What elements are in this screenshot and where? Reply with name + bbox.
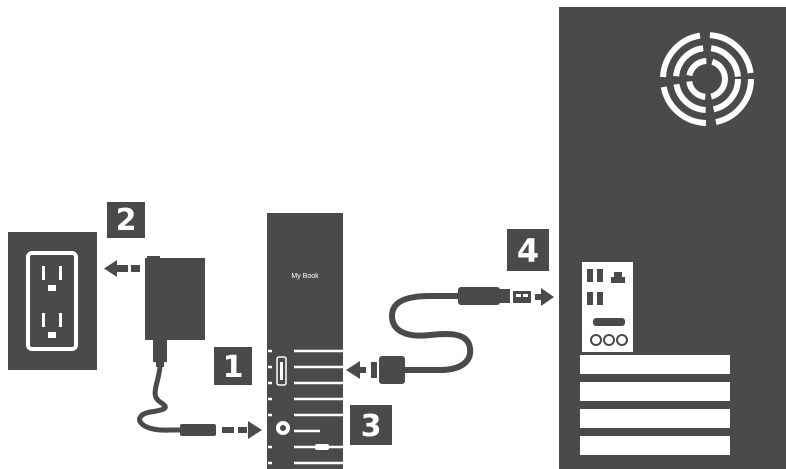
drive-label: My Book	[291, 273, 319, 280]
power-cable	[137, 364, 185, 433]
arrow-to-drive-usb	[346, 361, 366, 379]
step-2-badge: 2	[107, 202, 145, 238]
computer-tower-icon	[559, 7, 786, 469]
usb-micro-plug	[371, 356, 405, 384]
power-plug	[180, 424, 216, 436]
my-book-drive: My Book	[267, 213, 343, 469]
drive-kensington-slot	[315, 444, 329, 450]
arrow-to-computer	[535, 288, 554, 306]
wall-outlet-icon	[8, 232, 97, 370]
step-4-number: 4	[517, 232, 539, 270]
step-3-number: 3	[361, 409, 382, 444]
step-1-badge: 1	[214, 347, 252, 385]
arrow-to-drive-power	[222, 421, 262, 439]
installation-diagram: 2 My Book 1 3 4	[8, 7, 786, 469]
io-panel	[582, 262, 633, 352]
usb-a-plug	[458, 287, 531, 305]
step-1-number: 1	[223, 350, 244, 385]
step-3-badge: 3	[350, 405, 392, 445]
arrow-to-outlet	[104, 260, 140, 277]
step-2-number: 2	[116, 203, 137, 238]
step-4-badge: 4	[507, 229, 549, 271]
power-adapter-icon	[145, 256, 205, 367]
drive-power-port	[276, 421, 290, 435]
